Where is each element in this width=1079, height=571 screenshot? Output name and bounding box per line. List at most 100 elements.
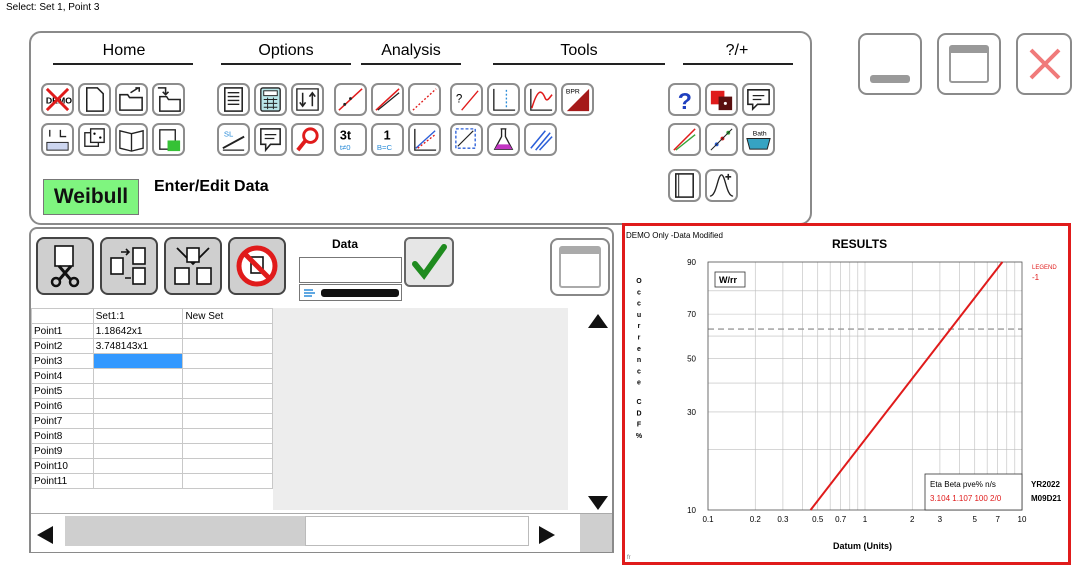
data-cell[interactable] bbox=[92, 353, 184, 369]
clipboard-icon[interactable] bbox=[152, 123, 185, 156]
menu-analysis[interactable]: Analysis bbox=[371, 42, 451, 60]
menu-help[interactable]: ?/+ bbox=[707, 42, 767, 60]
multi-line-icon[interactable] bbox=[524, 123, 557, 156]
close-button[interactable] bbox=[1016, 33, 1072, 95]
grid-header-cell[interactable]: Set1:1 bbox=[92, 308, 184, 324]
dice-icon[interactable] bbox=[705, 83, 738, 116]
data-cell[interactable] bbox=[92, 458, 184, 474]
row-label[interactable]: Point9 bbox=[31, 443, 94, 459]
data-cell[interactable] bbox=[92, 443, 184, 459]
data-name-input[interactable] bbox=[299, 257, 402, 283]
minimize-button[interactable] bbox=[858, 33, 922, 95]
menu-tools[interactable]: Tools bbox=[539, 42, 619, 60]
bathtub-icon[interactable]: Bath bbox=[742, 123, 775, 156]
maximize-button[interactable] bbox=[937, 33, 1001, 95]
menu-options[interactable]: Options bbox=[246, 42, 326, 60]
curve-plot-icon[interactable] bbox=[524, 83, 557, 116]
dice-sim-icon[interactable] bbox=[78, 123, 111, 156]
fr-scatter-icon[interactable] bbox=[705, 123, 738, 156]
data-cell[interactable]: 1.18642x1 bbox=[92, 323, 184, 339]
histogram-icon[interactable] bbox=[41, 123, 74, 156]
table-row[interactable]: Point5 bbox=[31, 383, 273, 399]
three-t-icon[interactable]: 3t t≠0 bbox=[334, 123, 367, 156]
row-label[interactable]: Point7 bbox=[31, 413, 94, 429]
vertical-scrollbar[interactable] bbox=[584, 308, 612, 516]
data-cell[interactable] bbox=[182, 443, 273, 459]
scroll-thumb[interactable] bbox=[65, 516, 305, 546]
table-row[interactable]: Point6 bbox=[31, 398, 273, 414]
table-row[interactable]: Point7 bbox=[31, 413, 273, 429]
data-cell[interactable] bbox=[92, 383, 184, 399]
table-row[interactable]: Point1 1.18642x1 bbox=[31, 323, 273, 339]
data-cell[interactable] bbox=[92, 413, 184, 429]
menu-home[interactable]: Home bbox=[89, 42, 159, 60]
help-question-icon[interactable]: ? bbox=[668, 83, 701, 116]
scatter-fit-icon[interactable] bbox=[408, 123, 441, 156]
row-label[interactable]: Point6 bbox=[31, 398, 94, 414]
calculator-icon[interactable] bbox=[254, 83, 287, 116]
table-row[interactable]: Point3 bbox=[31, 353, 273, 369]
table-row[interactable]: Point11 bbox=[31, 473, 273, 489]
distribution-add-icon[interactable] bbox=[705, 169, 738, 202]
cut-icon[interactable] bbox=[36, 237, 94, 295]
import-folder-icon[interactable] bbox=[152, 83, 185, 116]
question-fit-icon[interactable]: ? bbox=[450, 83, 483, 116]
row-label[interactable]: Point4 bbox=[31, 368, 94, 384]
beta-one-icon[interactable]: 1 B=C bbox=[371, 123, 404, 156]
scroll-left-icon[interactable] bbox=[37, 526, 53, 544]
data-cell[interactable] bbox=[182, 353, 273, 369]
table-row[interactable]: Point8 bbox=[31, 428, 273, 444]
selection-plot-icon[interactable] bbox=[450, 123, 483, 156]
data-cell[interactable] bbox=[92, 398, 184, 414]
data-cell[interactable] bbox=[182, 383, 273, 399]
data-cell[interactable] bbox=[182, 338, 273, 354]
data-cell[interactable] bbox=[182, 413, 273, 429]
fr-plot-icon[interactable] bbox=[668, 123, 701, 156]
grid-header-cell[interactable]: New Set bbox=[182, 308, 273, 324]
data-cell[interactable] bbox=[92, 368, 184, 384]
fit-line-icon[interactable] bbox=[371, 83, 404, 116]
grid-header-cell[interactable] bbox=[31, 308, 94, 324]
data-cell[interactable] bbox=[182, 473, 273, 489]
apply-check-button[interactable] bbox=[404, 237, 454, 287]
scroll-up-icon[interactable] bbox=[588, 314, 608, 328]
edit-data-icon[interactable]: SL bbox=[217, 123, 250, 156]
notepad-icon[interactable] bbox=[668, 169, 701, 202]
magnifier-icon[interactable] bbox=[291, 123, 324, 156]
data-cell[interactable] bbox=[182, 458, 273, 474]
horizontal-scrollbar[interactable] bbox=[31, 513, 612, 552]
weibull-plot-icon[interactable] bbox=[334, 83, 367, 116]
sort-icon[interactable] bbox=[291, 83, 324, 116]
flask-icon[interactable] bbox=[487, 123, 520, 156]
data-cell[interactable] bbox=[182, 428, 273, 444]
table-row[interactable]: Point4 bbox=[31, 368, 273, 384]
table-row[interactable]: Point9 bbox=[31, 443, 273, 459]
row-label[interactable]: Point11 bbox=[31, 473, 94, 489]
open-folder-icon[interactable] bbox=[115, 83, 148, 116]
row-label[interactable]: Point2 bbox=[31, 338, 94, 354]
data-cell[interactable] bbox=[182, 323, 273, 339]
merge-data-icon[interactable] bbox=[164, 237, 222, 295]
dotted-fit-icon[interactable] bbox=[408, 83, 441, 116]
table-row[interactable]: Point2 3.748143x1 bbox=[31, 338, 273, 354]
data-cell[interactable] bbox=[92, 428, 184, 444]
weibull-mode-button[interactable]: Weibull bbox=[43, 179, 139, 215]
swap-data-icon[interactable] bbox=[100, 237, 158, 295]
panel-window-button[interactable] bbox=[550, 238, 610, 296]
row-label[interactable]: Point8 bbox=[31, 428, 94, 444]
scroll-right-icon[interactable] bbox=[539, 526, 555, 544]
row-label[interactable]: Point3 bbox=[31, 353, 94, 369]
table-row[interactable]: Point10 bbox=[31, 458, 273, 474]
scroll-track[interactable] bbox=[305, 516, 529, 546]
data-cell[interactable] bbox=[182, 368, 273, 384]
report-icon[interactable] bbox=[217, 83, 250, 116]
row-label[interactable]: Point5 bbox=[31, 383, 94, 399]
demo-icon[interactable]: DEMO bbox=[41, 83, 74, 116]
data-cell[interactable] bbox=[92, 473, 184, 489]
new-file-icon[interactable] bbox=[78, 83, 111, 116]
bpr-icon[interactable]: BPR bbox=[561, 83, 594, 116]
notes-icon[interactable] bbox=[254, 123, 287, 156]
book-icon[interactable] bbox=[115, 123, 148, 156]
row-label[interactable]: Point1 bbox=[31, 323, 94, 339]
data-cell[interactable] bbox=[182, 398, 273, 414]
